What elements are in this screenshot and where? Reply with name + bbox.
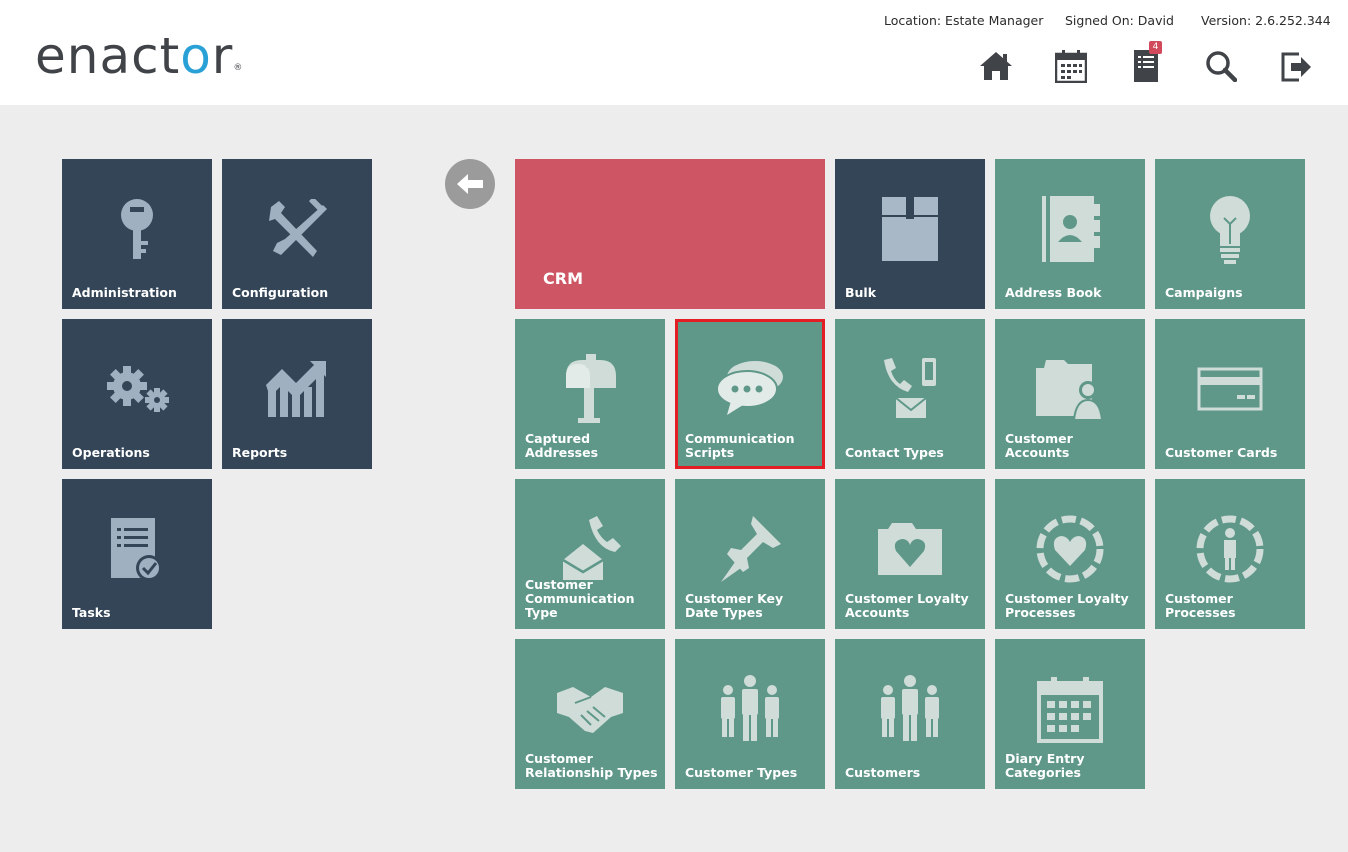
tile-campaigns[interactable]: Campaigns bbox=[1155, 159, 1305, 309]
box-icon bbox=[835, 189, 985, 269]
tile-customer-communication-type[interactable]: Customer Communication Type bbox=[515, 479, 665, 629]
mailbox-icon bbox=[515, 349, 665, 429]
menu-tile-tasks[interactable]: Tasks bbox=[62, 479, 212, 629]
chart-icon bbox=[222, 349, 372, 429]
tile-label: Contact Types bbox=[845, 445, 944, 460]
tile-label: Customer Accounts bbox=[1005, 431, 1073, 460]
menu-tile-configuration[interactable]: Configuration bbox=[222, 159, 372, 309]
tile-label: Customers bbox=[845, 765, 921, 780]
folder-user-icon bbox=[995, 349, 1145, 429]
tile-label: Customer Communication Type bbox=[525, 577, 635, 620]
tile-label: Bulk bbox=[845, 285, 877, 300]
tile-label: Customer Cards bbox=[1165, 445, 1278, 460]
card-icon bbox=[1155, 349, 1305, 429]
tile-customer-loyalty-processes[interactable]: Customer Loyalty Processes bbox=[995, 479, 1145, 629]
menu-tile-reports[interactable]: Reports bbox=[222, 319, 372, 469]
tools-icon bbox=[222, 189, 372, 269]
tile-label: Diary Entry Categories bbox=[1005, 751, 1085, 780]
speech-bubble-icon bbox=[675, 349, 825, 429]
task-list-icon[interactable]: 4 bbox=[1126, 41, 1166, 86]
tile-customer-cards[interactable]: Customer Cards bbox=[1155, 319, 1305, 469]
key-icon bbox=[62, 189, 212, 269]
tile-customer-key-date-types[interactable]: Customer Key Date Types bbox=[675, 479, 825, 629]
crm-category-tile: CRM bbox=[515, 159, 825, 309]
back-button[interactable] bbox=[445, 159, 495, 209]
tile-label: Administration bbox=[72, 285, 177, 300]
tile-label: Customer Key Date Types bbox=[685, 591, 784, 620]
tile-label: Customer Types bbox=[685, 765, 798, 780]
person-cycle-icon bbox=[1155, 509, 1305, 589]
tile-label: Configuration bbox=[232, 285, 329, 300]
tile-customer-accounts[interactable]: Customer Accounts bbox=[995, 319, 1145, 469]
arrow-left-icon bbox=[457, 174, 483, 194]
tile-captured-addresses[interactable]: Captured Addresses bbox=[515, 319, 665, 469]
checklist-icon bbox=[62, 509, 212, 589]
people-group-icon bbox=[835, 669, 985, 749]
calendar-icon bbox=[995, 669, 1145, 749]
tile-communication-scripts[interactable]: Communication Scripts bbox=[675, 319, 825, 469]
logout-icon[interactable] bbox=[1276, 46, 1316, 86]
pushpin-icon bbox=[675, 509, 825, 589]
tile-label: Captured Addresses bbox=[525, 431, 599, 460]
tile-customer-loyalty-accounts[interactable]: Customer Loyalty Accounts bbox=[835, 479, 985, 629]
handshake-icon bbox=[515, 669, 665, 749]
signed-on-label: Signed On: David bbox=[1065, 13, 1174, 28]
tile-label: Customer Loyalty Accounts bbox=[845, 591, 969, 620]
tile-customers[interactable]: Customers bbox=[835, 639, 985, 789]
search-icon[interactable] bbox=[1201, 46, 1241, 86]
lightbulb-icon bbox=[1155, 189, 1305, 269]
calendar-icon[interactable] bbox=[1051, 46, 1091, 86]
heart-cycle-icon bbox=[995, 509, 1145, 589]
address-book-icon bbox=[995, 189, 1145, 269]
gears-icon bbox=[62, 349, 212, 429]
tile-label: Customer Processes bbox=[1165, 591, 1236, 620]
people-group-icon bbox=[675, 669, 825, 749]
header-bar: enactor® Location: Estate Manager Signed… bbox=[0, 0, 1348, 105]
tile-customer-relationship-types[interactable]: Customer Relationship Types bbox=[515, 639, 665, 789]
version-label: Version: 2.6.252.344 bbox=[1201, 13, 1331, 28]
task-count-badge: 4 bbox=[1149, 41, 1162, 54]
menu-tile-administration[interactable]: Administration bbox=[62, 159, 212, 309]
tile-label: Communication Scripts bbox=[685, 431, 795, 460]
tile-customer-processes[interactable]: Customer Processes bbox=[1155, 479, 1305, 629]
tile-label: Tasks bbox=[72, 605, 111, 620]
tile-label: Reports bbox=[232, 445, 288, 460]
tile-label: Customer Relationship Types bbox=[525, 751, 658, 780]
tile-label: Customer Loyalty Processes bbox=[1005, 591, 1129, 620]
tile-label: Campaigns bbox=[1165, 285, 1243, 300]
tile-diary-entry-categories[interactable]: Diary Entry Categories bbox=[995, 639, 1145, 789]
location-label: Location: Estate Manager bbox=[884, 13, 1044, 28]
tile-contact-types[interactable]: Contact Types bbox=[835, 319, 985, 469]
tile-customer-types[interactable]: Customer Types bbox=[675, 639, 825, 789]
tile-label: Address Book bbox=[1005, 285, 1102, 300]
home-icon[interactable] bbox=[976, 46, 1016, 86]
tile-address-book[interactable]: Address Book bbox=[995, 159, 1145, 309]
enactor-logo: enactor® bbox=[35, 27, 244, 85]
folder-heart-icon bbox=[835, 509, 985, 589]
tile-bulk[interactable]: Bulk bbox=[835, 159, 985, 309]
phone-mail-icon bbox=[835, 349, 985, 429]
tile-label: Operations bbox=[72, 445, 150, 460]
crm-title: CRM bbox=[543, 269, 583, 288]
menu-tile-operations[interactable]: Operations bbox=[62, 319, 212, 469]
